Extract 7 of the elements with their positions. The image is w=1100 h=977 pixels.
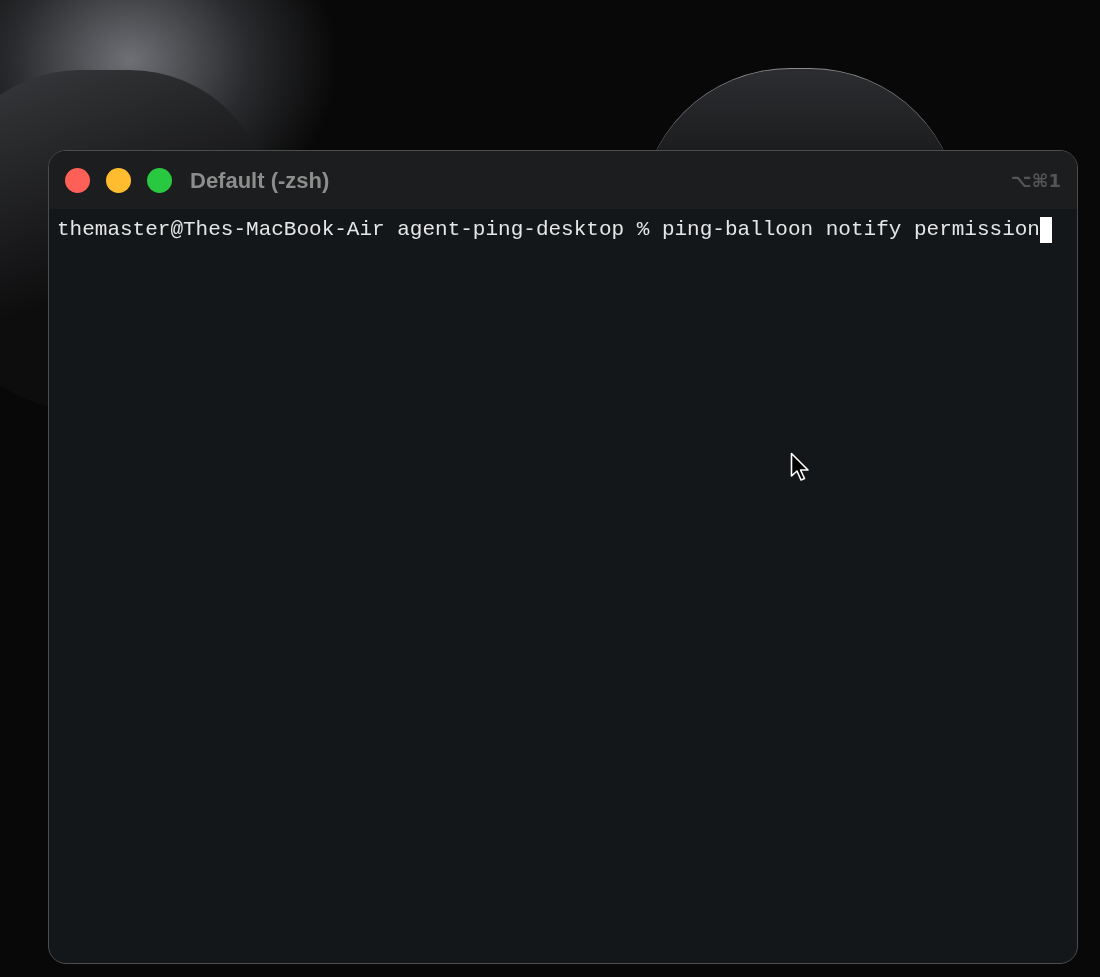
close-button[interactable] [65,167,90,193]
zoom-button[interactable] [147,167,172,193]
terminal-line: themaster@Thes-MacBook-Air agent-ping-desktop % ping-balloon notify permission [57,217,1040,243]
mouse-pointer-icon [790,452,810,484]
keyboard-shortcut: ⌥⌘1 [1011,168,1061,193]
window-title: Default (-zsh) [190,166,330,195]
minimize-button[interactable] [106,167,131,193]
